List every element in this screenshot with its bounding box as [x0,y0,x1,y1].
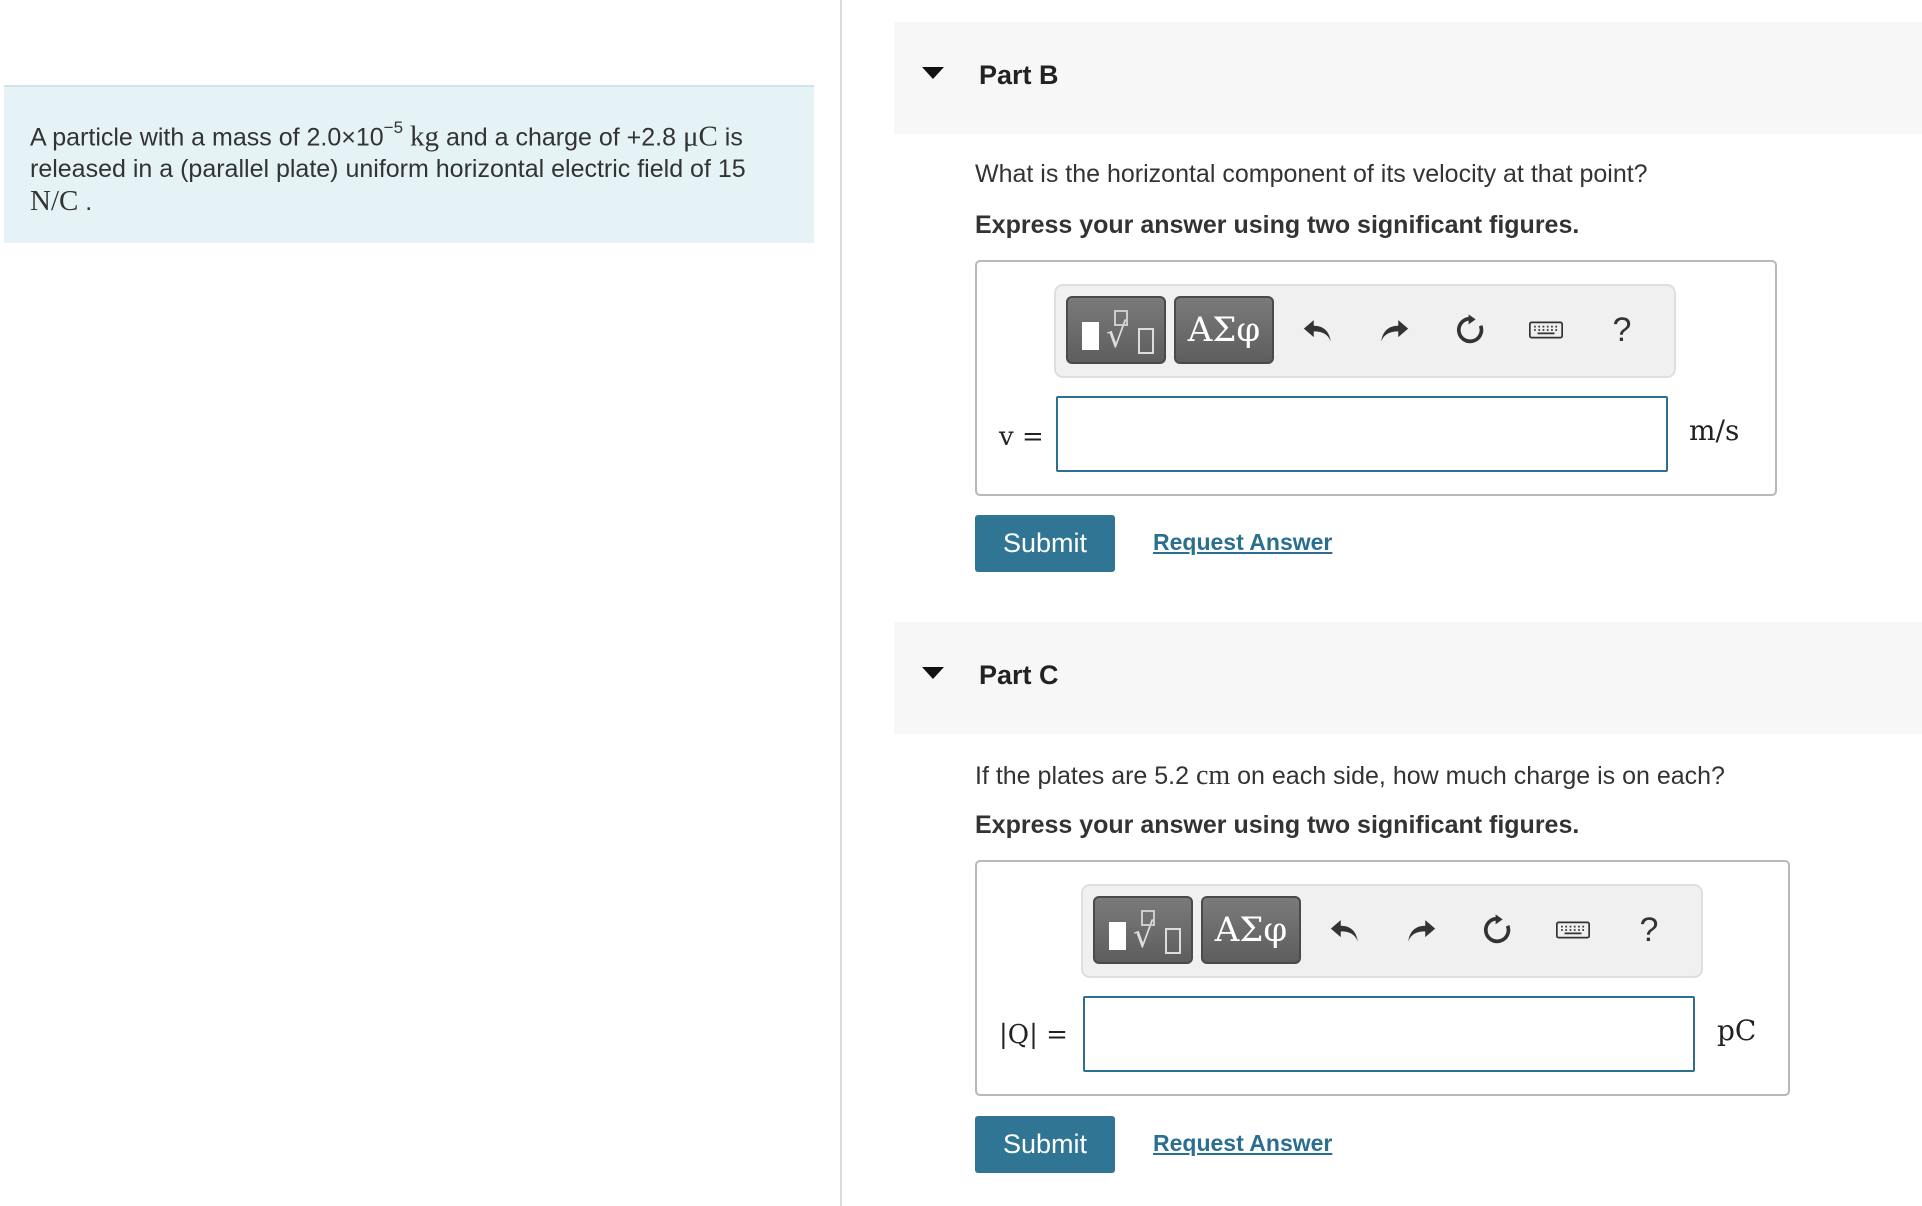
problem-exponent: −5 [383,118,404,137]
charge-answer-input[interactable] [1083,996,1695,1072]
field-unit: N/C [30,185,79,218]
pane-divider[interactable] [840,0,842,1206]
part-c-title: Part C [979,660,1059,690]
math-toolbar: √ ΑΣφ ? [1081,884,1703,978]
greek-letters-icon[interactable]: ΑΣφ [1174,296,1274,364]
velocity-variable-label: v = [999,422,1044,452]
part-b-answer-box: √ ΑΣφ ? v = m/s [975,260,1777,496]
question-text: on each side, how much charge is on each… [1230,762,1725,790]
undo-icon[interactable] [1323,908,1367,952]
charge-unit: μC [682,120,718,153]
part-b-title: Part B [979,60,1059,90]
part-b-request-answer-link[interactable]: Request Answer [1153,529,1332,556]
greek-letters-icon[interactable]: ΑΣφ [1201,896,1301,964]
help-icon[interactable]: ? [1627,908,1671,952]
charge-unit-label: pC [1717,1014,1757,1047]
part-c-instruction: Express your answer using two significan… [975,811,1580,839]
question-text: If the plates are 5.2 [975,762,1196,790]
templates-icon[interactable]: √ [1066,296,1166,364]
part-c-answer-box: √ ΑΣφ ? |Q| = pC [975,860,1790,1096]
part-b-instruction: Express your answer using two significan… [975,211,1580,239]
reset-icon[interactable] [1448,308,1492,352]
keyboard-icon[interactable] [1551,908,1595,952]
redo-icon[interactable] [1399,908,1443,952]
problem-pane: A particle with a mass of 2.0×10−5 kg an… [0,0,840,1206]
velocity-answer-input[interactable] [1056,396,1668,472]
collapse-caret-icon[interactable] [922,67,944,79]
problem-text: . [78,188,93,217]
problem-text: and a charge of +2.8 [439,123,683,152]
part-b-submit-button[interactable]: Submit [975,515,1115,572]
templates-icon[interactable]: √ [1093,896,1193,964]
problem-statement: A particle with a mass of 2.0×10−5 kg an… [4,85,814,243]
problem-text: A particle with a mass of 2.0×10 [30,123,384,152]
velocity-unit: m/s [1689,414,1740,447]
help-icon[interactable]: ? [1600,308,1644,352]
part-c-request-answer-link[interactable]: Request Answer [1153,1130,1332,1157]
undo-icon[interactable] [1296,308,1340,352]
part-c-question: If the plates are 5.2 cm on each side, h… [975,760,1725,792]
part-b-header[interactable]: Part B [894,22,1922,134]
part-b-question: What is the horizontal component of its … [975,160,1648,188]
redo-icon[interactable] [1372,308,1416,352]
charge-variable-label: |Q| = [999,1020,1068,1050]
part-c-header[interactable]: Part C [894,622,1922,734]
keyboard-icon[interactable] [1524,308,1568,352]
part-c-submit-button[interactable]: Submit [975,1116,1115,1173]
length-unit: cm [1195,760,1231,791]
collapse-caret-icon[interactable] [922,667,944,679]
reset-icon[interactable] [1475,908,1519,952]
math-toolbar: √ ΑΣφ ? [1054,284,1676,378]
mass-unit: kg [410,120,440,153]
